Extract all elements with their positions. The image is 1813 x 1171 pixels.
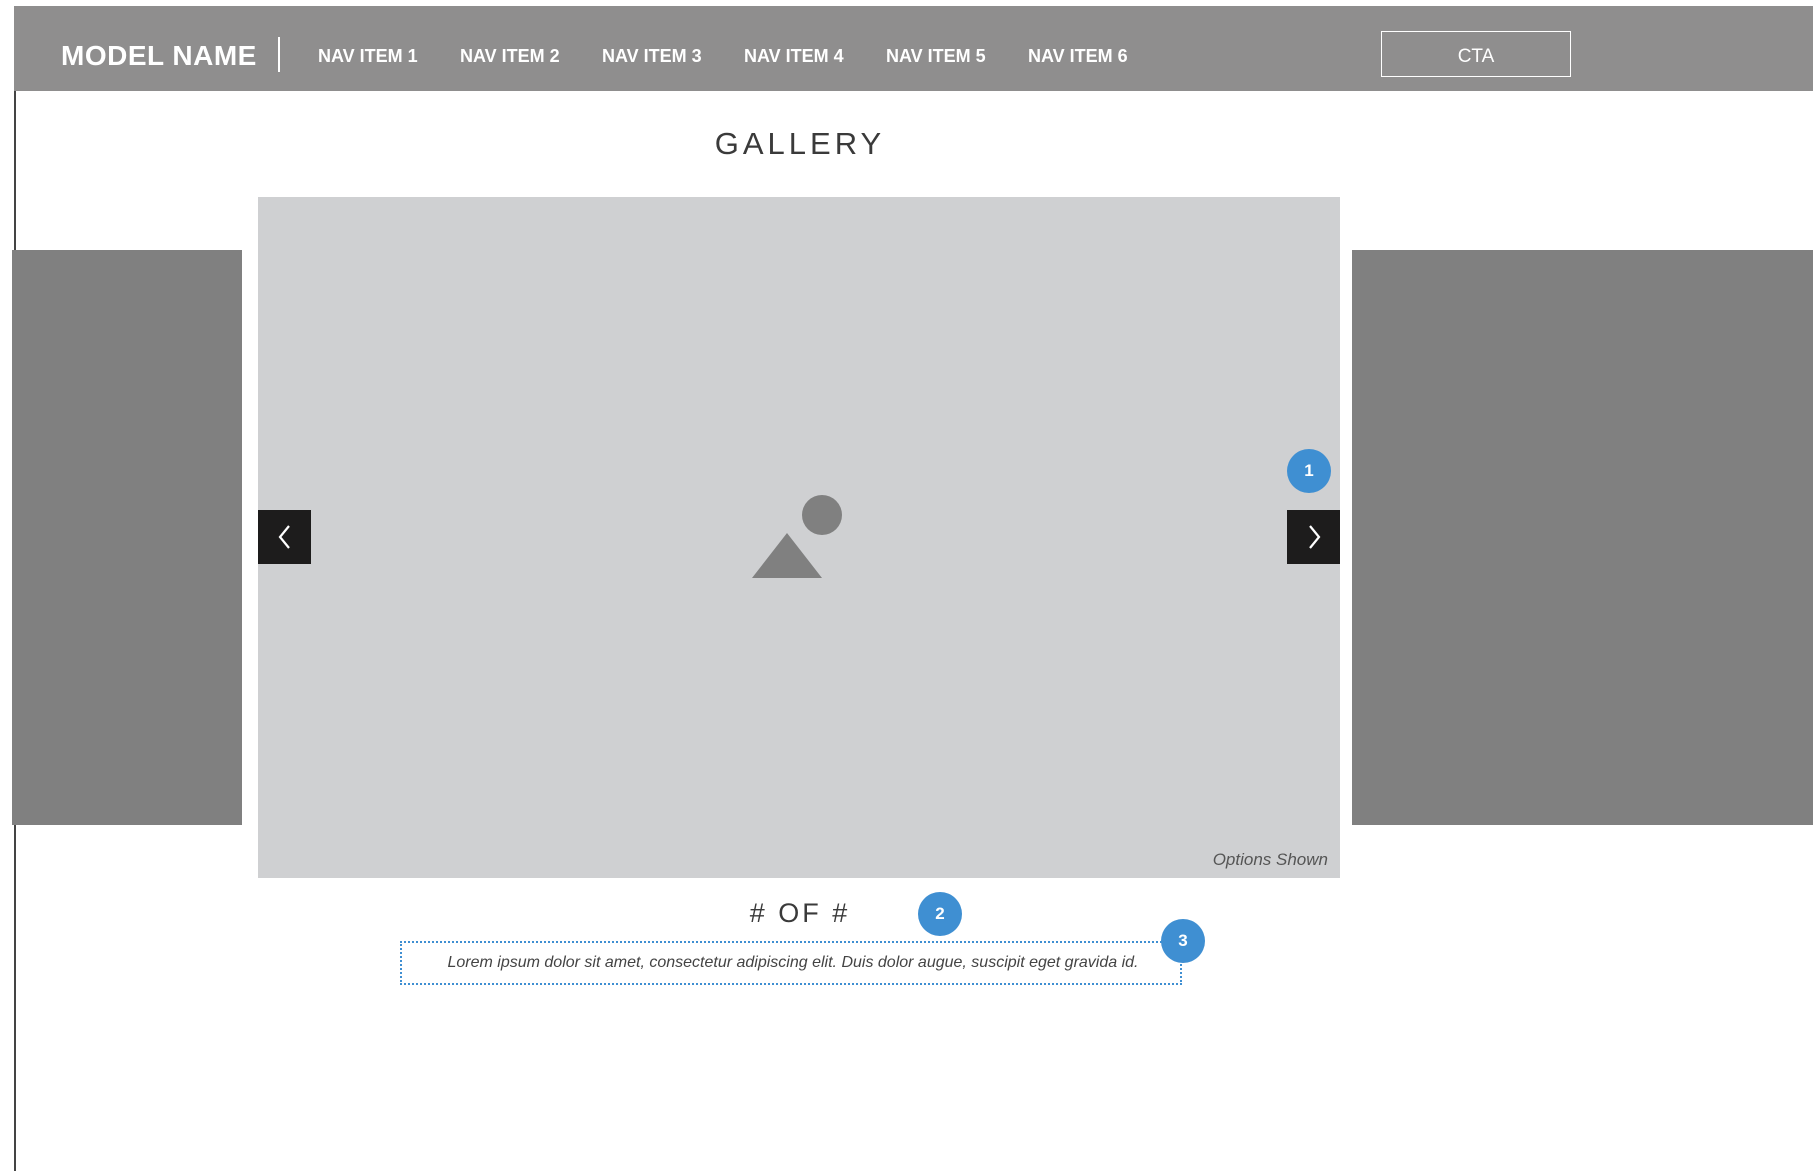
previous-slide-preview[interactable] bbox=[12, 250, 242, 825]
gallery-main-image: Options Shown bbox=[258, 197, 1340, 878]
annotation-marker-2: 2 bbox=[918, 892, 962, 936]
previous-button[interactable] bbox=[258, 510, 311, 564]
brand-name[interactable]: MODEL NAME bbox=[61, 36, 257, 76]
chevron-right-icon bbox=[1308, 525, 1320, 549]
annotation-marker-1: 1 bbox=[1287, 449, 1331, 493]
main-nav: NAV ITEM 1 NAV ITEM 2 NAV ITEM 3 NAV ITE… bbox=[318, 40, 1170, 72]
nav-item-6[interactable]: NAV ITEM 6 bbox=[1028, 40, 1170, 72]
nav-item-4[interactable]: NAV ITEM 4 bbox=[744, 40, 886, 72]
top-nav-bar: MODEL NAME NAV ITEM 1 NAV ITEM 2 NAV ITE… bbox=[14, 6, 1813, 91]
slide-counter: # OF # bbox=[749, 898, 851, 928]
annotation-marker-3: 3 bbox=[1161, 919, 1205, 963]
nav-item-2[interactable]: NAV ITEM 2 bbox=[460, 40, 602, 72]
caption-text: Lorem ipsum dolor sit amet, consectetur … bbox=[447, 954, 1139, 971]
next-button[interactable] bbox=[1287, 510, 1340, 564]
chevron-left-icon bbox=[278, 525, 290, 549]
cta-button[interactable]: CTA bbox=[1381, 31, 1571, 77]
nav-item-1[interactable]: NAV ITEM 1 bbox=[318, 40, 460, 72]
image-placeholder-icon bbox=[752, 495, 842, 578]
nav-item-3[interactable]: NAV ITEM 3 bbox=[602, 40, 744, 72]
nav-item-5[interactable]: NAV ITEM 5 bbox=[886, 40, 1028, 72]
brand-divider bbox=[278, 37, 280, 72]
gallery-title: GALLERY bbox=[714, 126, 886, 161]
next-slide-preview[interactable] bbox=[1352, 250, 1813, 825]
options-shown-label: Options Shown bbox=[1212, 850, 1328, 869]
caption-box: Lorem ipsum dolor sit amet, consectetur … bbox=[400, 941, 1182, 985]
